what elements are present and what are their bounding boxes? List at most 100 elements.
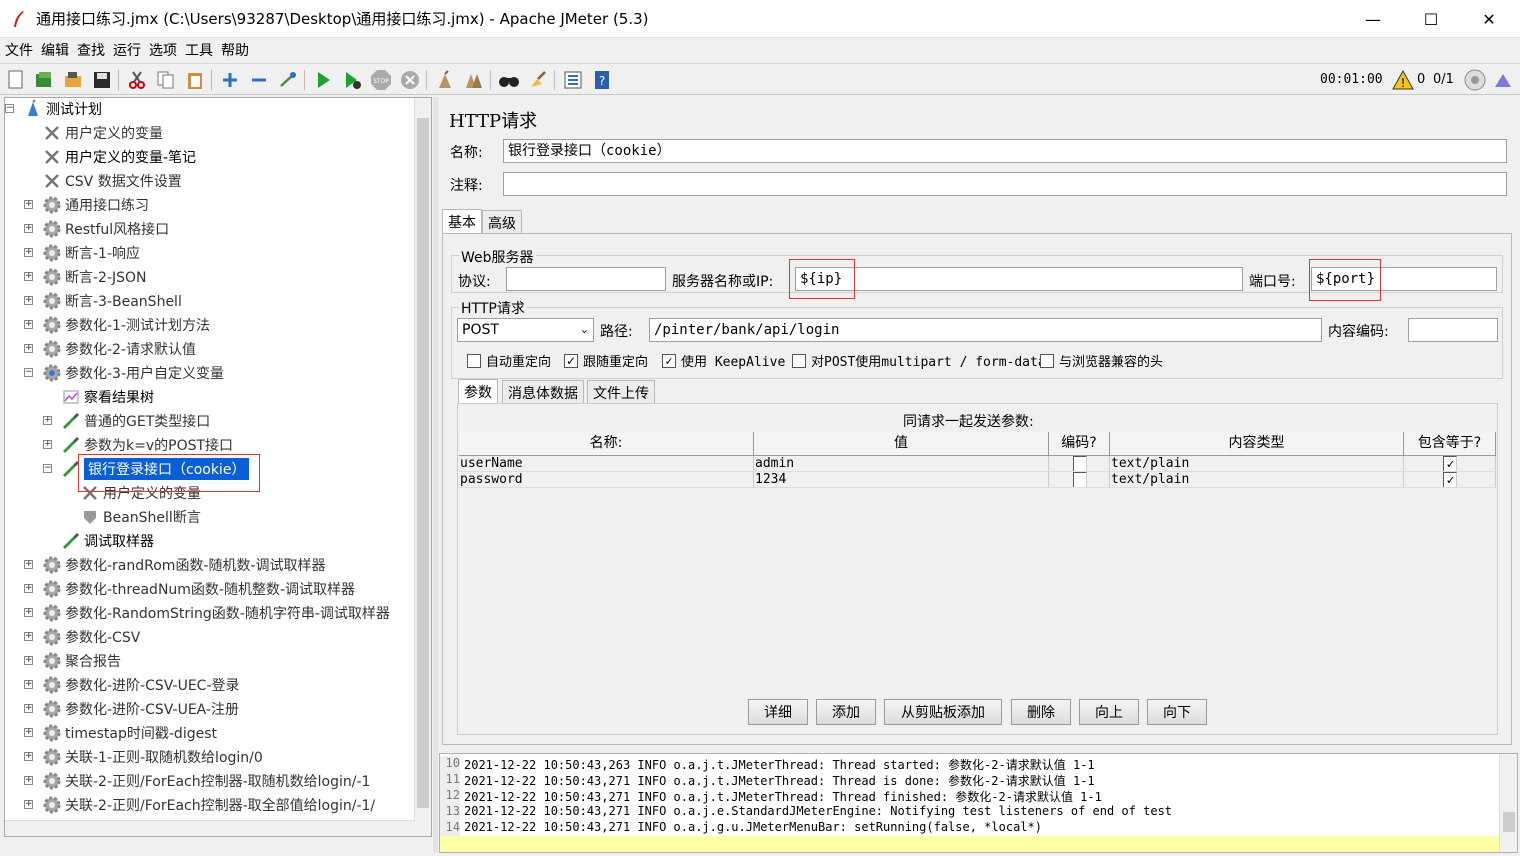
expand-icon[interactable]: + bbox=[24, 632, 33, 641]
encode-checkbox[interactable] bbox=[1072, 472, 1087, 487]
shutdown-icon[interactable] bbox=[399, 69, 421, 91]
tree-item[interactable]: 通用接口练习 bbox=[43, 194, 149, 216]
tree-item[interactable]: 关联-1-正则-取随机数给login/0 bbox=[43, 746, 263, 768]
tree-item[interactable]: 参数化-threadNum函数-随机整数-调试取样器 bbox=[43, 578, 355, 600]
tree-item[interactable]: 参数化-进阶-CSV-UEC-登录 bbox=[43, 674, 240, 696]
test-plan-tree[interactable]: − 测试计划 用户定义的变量 用户定义的变量-笔记 CSV 数据文件设置 + 通用接口练习 +… bbox=[4, 97, 432, 837]
tree-item[interactable]: timestap时间戳-digest bbox=[43, 722, 217, 744]
tab-basic[interactable]: 基本 bbox=[442, 209, 482, 234]
expand-icon[interactable]: + bbox=[24, 248, 33, 257]
expand-icon[interactable]: + bbox=[24, 752, 33, 761]
menu-file[interactable]: 文件 bbox=[0, 40, 36, 60]
tree-item[interactable]: 参数化-1-测试计划方法 bbox=[43, 314, 210, 336]
tree-item[interactable]: 普通的GET类型接口 bbox=[62, 410, 210, 432]
encoding-input[interactable] bbox=[1408, 318, 1498, 342]
splitter[interactable] bbox=[433, 97, 438, 853]
tree-item[interactable]: 参数化-2-请求默认值 bbox=[43, 338, 196, 360]
log-panel[interactable]: 10 2021-12-22 10:50:43,263 INFO o.a.j.t.J… bbox=[439, 753, 1518, 853]
up-button[interactable]: 向上 bbox=[1079, 699, 1139, 725]
tree-item[interactable]: 参数化-RandomString函数-随机字符串-调试取样器 bbox=[43, 602, 390, 624]
paste-icon[interactable] bbox=[184, 69, 206, 91]
param-value[interactable]: 1234 bbox=[754, 472, 1049, 488]
menu-run[interactable]: 运行 bbox=[108, 40, 144, 60]
encode-checkbox[interactable] bbox=[1072, 456, 1087, 471]
add-button[interactable]: 添加 bbox=[816, 699, 876, 725]
start-no-pauses-icon[interactable] bbox=[341, 69, 363, 91]
include-equals-checkbox[interactable]: ✓ bbox=[1443, 456, 1457, 471]
down-button[interactable]: 向下 bbox=[1147, 699, 1207, 725]
reset-search-icon[interactable] bbox=[527, 69, 549, 91]
collapse-icon[interactable] bbox=[248, 69, 270, 91]
param-content-type[interactable]: text/plain bbox=[1110, 472, 1404, 488]
menu-search[interactable]: 查找 bbox=[72, 40, 108, 60]
expand-icon[interactable]: + bbox=[24, 272, 33, 281]
log-scrollbar[interactable] bbox=[1499, 754, 1517, 852]
param-value[interactable]: admin bbox=[754, 456, 1049, 472]
add-from-clipboard-button[interactable]: 从剪贴板添加 bbox=[884, 699, 1002, 725]
tab-parameters[interactable]: 参数 bbox=[458, 379, 498, 404]
warning-icon[interactable]: ! bbox=[1392, 70, 1414, 90]
copy-icon[interactable] bbox=[155, 69, 177, 91]
stop-icon[interactable]: STOP bbox=[370, 69, 392, 91]
table-row[interactable]: password 1234 text/plain ✓ bbox=[459, 472, 1497, 488]
auto-redirect-checkbox[interactable]: 自动重定向 bbox=[467, 351, 551, 370]
expand-icon[interactable]: + bbox=[24, 224, 33, 233]
tree-item[interactable]: 用户定义的变量-笔记 bbox=[43, 146, 196, 168]
close-button[interactable]: ✕ bbox=[1460, 0, 1518, 38]
expand-icon[interactable]: + bbox=[24, 320, 33, 329]
templates-icon[interactable] bbox=[33, 69, 55, 91]
expand-icon[interactable]: + bbox=[24, 656, 33, 665]
tree-item[interactable]: 断言-2-JSON bbox=[43, 266, 147, 288]
follow-redirect-checkbox[interactable]: ✓ 跟随重定向 bbox=[564, 351, 648, 370]
expand-icon[interactable]: + bbox=[24, 704, 33, 713]
param-name[interactable]: userName bbox=[459, 456, 754, 472]
tree-scrollbar[interactable] bbox=[414, 98, 431, 836]
multipart-checkbox[interactable]: 对POST使用multipart / form-data bbox=[792, 351, 1046, 370]
name-input[interactable]: 银行登录接口（cookie） bbox=[503, 139, 1507, 163]
tree-item[interactable]: 关联-2-正则/ForEach控制器-取随机数给login/-1 bbox=[43, 770, 370, 792]
open-icon[interactable] bbox=[62, 69, 84, 91]
log-viewer-icon[interactable] bbox=[1492, 69, 1514, 91]
expand-icon[interactable] bbox=[219, 69, 241, 91]
tree-item[interactable]: 参数化-CSV bbox=[43, 626, 140, 648]
expand-icon[interactable]: + bbox=[24, 296, 33, 305]
col-include-equals[interactable]: 包含等于? bbox=[1404, 432, 1496, 456]
new-icon[interactable] bbox=[5, 69, 27, 91]
tree-item[interactable]: 调试取样器 bbox=[62, 530, 154, 552]
include-equals-checkbox[interactable]: ✓ bbox=[1443, 472, 1457, 487]
minimize-button[interactable]: — bbox=[1344, 0, 1402, 38]
collapse-icon[interactable]: − bbox=[5, 104, 14, 113]
path-input[interactable]: /pinter/bank/api/login bbox=[649, 318, 1322, 342]
help-icon[interactable]: ? bbox=[591, 69, 613, 91]
col-value[interactable]: 值 bbox=[754, 432, 1049, 456]
expand-icon[interactable]: + bbox=[24, 728, 33, 737]
tree-item[interactable]: 察看结果树 bbox=[62, 386, 154, 408]
comment-input[interactable] bbox=[503, 172, 1507, 196]
tree-item[interactable]: 聚合报告 bbox=[43, 650, 121, 672]
tree-root[interactable]: 测试计划 bbox=[24, 98, 102, 120]
tree-item[interactable]: 参数化-3-用户自定义变量 bbox=[43, 362, 224, 384]
param-name[interactable]: password bbox=[459, 472, 754, 488]
expand-icon[interactable]: + bbox=[24, 584, 33, 593]
keepalive-checkbox[interactable]: ✓ 使用 KeepAlive bbox=[662, 351, 785, 370]
tree-item[interactable]: Restful风格接口 bbox=[43, 218, 169, 240]
tree-item[interactable]: 参数为k=v的POST接口 bbox=[62, 434, 233, 456]
tree-item[interactable]: 用户定义的变量 bbox=[43, 122, 163, 144]
collapse-icon[interactable]: − bbox=[24, 368, 33, 377]
col-encode[interactable]: 编码? bbox=[1049, 432, 1110, 456]
tree-item[interactable]: 参数化-进阶-CSV-UEA-注册 bbox=[43, 698, 239, 720]
expand-icon[interactable]: + bbox=[24, 680, 33, 689]
cut-icon[interactable] bbox=[126, 69, 148, 91]
expand-icon[interactable]: + bbox=[24, 200, 33, 209]
clear-icon[interactable] bbox=[434, 69, 456, 91]
table-row[interactable]: userName admin text/plain ✓ bbox=[459, 456, 1497, 472]
col-content-type[interactable]: 内容类型 bbox=[1110, 432, 1404, 456]
tree-item[interactable]: 关联-2-正则/ForEach控制器-取全部值给login/-1/ bbox=[43, 794, 375, 816]
tab-body-data[interactable]: 消息体数据 bbox=[502, 380, 584, 405]
tab-files-upload[interactable]: 文件上传 bbox=[587, 380, 655, 405]
tree-item[interactable]: BeanShell断言 bbox=[81, 506, 201, 528]
expand-icon[interactable]: + bbox=[24, 344, 33, 353]
tree-horizontal-scrollbar[interactable] bbox=[5, 820, 415, 836]
expand-icon[interactable]: + bbox=[24, 800, 33, 809]
save-icon[interactable] bbox=[91, 69, 113, 91]
